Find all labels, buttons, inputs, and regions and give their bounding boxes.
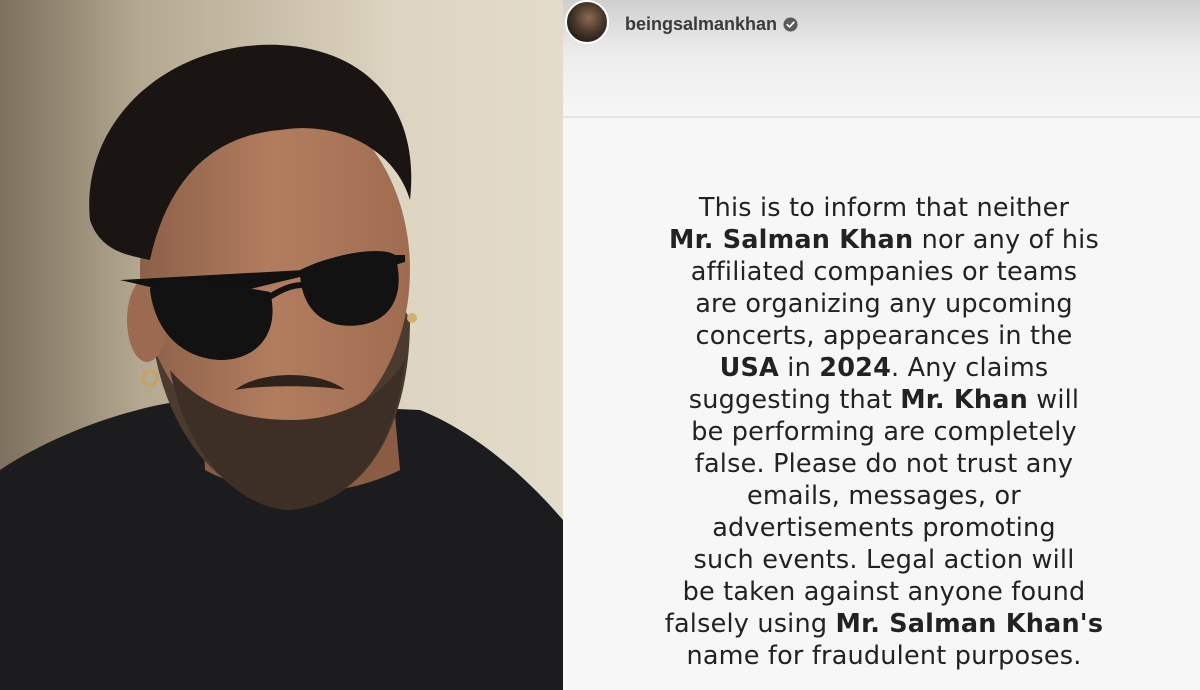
notice-text: advertisements promoting — [712, 513, 1056, 543]
header-divider — [563, 116, 1200, 118]
notice-line: name for fraudulent purposes. — [589, 640, 1179, 672]
portrait-photo — [0, 0, 563, 690]
notice-bold-text: 2024 — [819, 353, 892, 383]
notice-line: suggesting that Mr. Khan will — [589, 384, 1179, 416]
notice-text: be performing are completely — [691, 417, 1077, 447]
notice-line: false. Please do not trust any — [589, 448, 1179, 480]
notice-text: nor any of his — [913, 225, 1099, 255]
username[interactable]: beingsalmankhan — [625, 14, 777, 35]
notice-line: Mr. Salman Khan nor any of his — [589, 224, 1179, 256]
story-notice-text: This is to inform that neither Mr. Salman… — [589, 192, 1179, 672]
notice-line: USA in 2024. Any claims — [589, 352, 1179, 384]
notice-text: will — [1027, 385, 1080, 415]
notice-bold-text: Mr. Khan — [900, 385, 1028, 415]
notice-line: are organizing any upcoming — [589, 288, 1179, 320]
notice-bold-text: Mr. Salman Khan's — [835, 609, 1104, 639]
notice-text: emails, messages, or — [746, 481, 1021, 511]
notice-text: such events. Legal action will — [693, 545, 1075, 575]
notice-line: emails, messages, or — [589, 480, 1179, 512]
notice-line: This is to inform that neither — [589, 192, 1179, 224]
notice-line: such events. Legal action will — [589, 544, 1179, 576]
profile-avatar[interactable] — [565, 0, 609, 44]
notice-bold-text: Mr. Salman Khan — [669, 225, 914, 255]
notice-text: false. Please do not trust any — [694, 449, 1074, 479]
notice-line: falsely using Mr. Salman Khan's — [589, 608, 1179, 640]
notice-text: be taken against anyone found — [682, 577, 1086, 607]
notice-text: name for fraudulent purposes. — [686, 641, 1082, 671]
notice-text: in — [779, 353, 820, 383]
notice-line: be performing are completely — [589, 416, 1179, 448]
notice-text: falsely using — [664, 609, 836, 639]
notice-text: suggesting that — [688, 385, 901, 415]
notice-line: affiliated companies or teams — [589, 256, 1179, 288]
verified-badge-icon — [783, 17, 798, 32]
notice-text: are organizing any upcoming — [695, 289, 1073, 319]
portrait-illustration — [0, 0, 563, 690]
notice-line: be taken against anyone found — [589, 576, 1179, 608]
notice-bold-text: USA — [719, 353, 779, 383]
notice-text: This is to inform that neither — [698, 193, 1070, 223]
notice-text: . Any claims — [891, 353, 1049, 383]
notice-text: affiliated companies or teams — [690, 257, 1078, 287]
username-row: beingsalmankhan — [625, 14, 798, 35]
notice-line: concerts, appearances in the — [589, 320, 1179, 352]
notice-line: advertisements promoting — [589, 512, 1179, 544]
story-header: beingsalmankhan — [563, 0, 1200, 118]
notice-text: concerts, appearances in the — [695, 321, 1073, 351]
instagram-story: beingsalmankhan This is to inform that n… — [563, 0, 1200, 690]
